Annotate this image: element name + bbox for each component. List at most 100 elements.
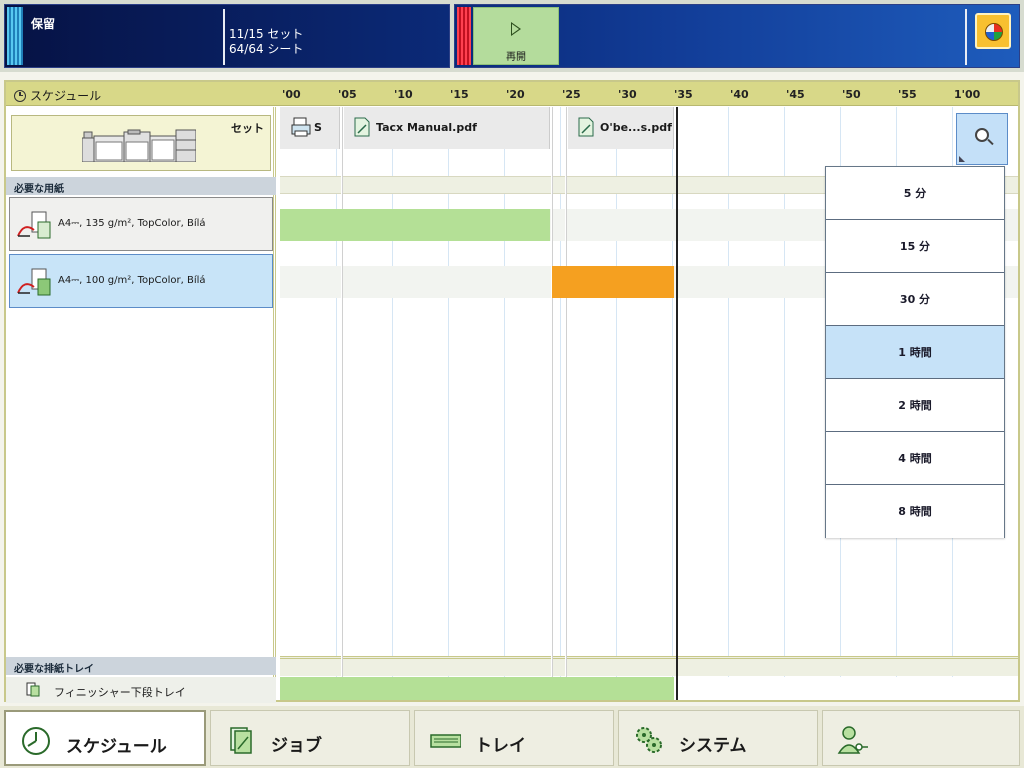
sheets-count: 64/64 シート bbox=[229, 42, 304, 56]
clock-icon bbox=[22, 727, 50, 755]
schedule-header: スケジュール '00 '05 '10 '15 '20 '25 '30 '35 '40 '45 '50… bbox=[6, 82, 1018, 106]
zoom-option-15min[interactable]: 15 分 bbox=[826, 220, 1004, 273]
tray-label: フィニッシャー下段トレイ bbox=[54, 686, 186, 699]
set-label: セット bbox=[231, 122, 264, 135]
paper-stack-icon bbox=[17, 268, 51, 296]
zoom-button[interactable] bbox=[956, 113, 1008, 165]
dropdown-corner-icon bbox=[959, 156, 965, 162]
sets-count: 11/15 セット bbox=[229, 27, 304, 41]
grid-line bbox=[784, 107, 785, 700]
tray-icon bbox=[430, 734, 461, 748]
printer-status-panel: 保留 11/15 セット 64/64 シート bbox=[4, 4, 450, 68]
media-row-100gsm[interactable]: A4⎓, 100 g/m², TopColor, Bílá bbox=[9, 254, 273, 308]
media-usage-bar-warning bbox=[552, 266, 674, 298]
control-status-panel: 再開 bbox=[454, 4, 1020, 68]
magnifier-icon bbox=[975, 128, 989, 142]
tab-jobs[interactable]: ジョブ bbox=[210, 710, 410, 766]
media-label: A4⎓, 100 g/m², TopColor, Bílá bbox=[58, 275, 206, 286]
tab-schedule[interactable]: スケジュール bbox=[4, 710, 206, 766]
tab-system[interactable]: システム bbox=[618, 710, 818, 766]
schedule-title-label: スケジュール bbox=[30, 89, 102, 103]
output-tray-icon bbox=[26, 682, 40, 697]
time-tick-label: '45 bbox=[786, 88, 805, 101]
time-tick-label: '40 bbox=[730, 88, 749, 101]
time-tick-label: '35 bbox=[674, 88, 693, 101]
alert-stripe bbox=[457, 7, 471, 65]
tab-trays[interactable]: トレイ bbox=[414, 710, 614, 766]
tab-label: スケジュール bbox=[66, 737, 167, 757]
required-media-header: 必要な用紙 bbox=[6, 177, 276, 195]
progress-info: 11/15 セット 64/64 シート bbox=[229, 27, 303, 57]
time-axis: '00 '05 '10 '15 '20 '25 '30 '35 '40 '45 '50 '55 1'00 bbox=[280, 82, 1018, 106]
status-stripe bbox=[7, 7, 23, 65]
time-tick-label: '00 bbox=[282, 88, 301, 101]
job-label: O'be...s.pdf bbox=[600, 121, 672, 134]
printer-job-icon bbox=[291, 117, 311, 137]
tab-label: システム bbox=[679, 736, 747, 756]
media-row-135gsm[interactable]: A4⎓, 135 g/m², TopColor, Bílá bbox=[9, 197, 273, 251]
zoom-option-5min[interactable]: 5 分 bbox=[826, 167, 1004, 220]
tray-row-finisher-lower[interactable]: フィニッシャー下段トレイ bbox=[6, 677, 276, 703]
divider bbox=[965, 9, 967, 65]
printer-set-box[interactable]: セット bbox=[11, 115, 271, 171]
document-icon bbox=[230, 727, 252, 754]
pdf-document-icon bbox=[578, 117, 594, 137]
pdf-document-icon bbox=[354, 117, 370, 137]
play-icon bbox=[511, 22, 521, 36]
time-tick-label: '20 bbox=[506, 88, 525, 101]
resume-label: 再開 bbox=[506, 52, 526, 63]
job-header-tacx-manual[interactable]: Tacx Manual.pdf bbox=[344, 107, 550, 149]
time-tick-label: '55 bbox=[898, 88, 917, 101]
job-separator bbox=[551, 107, 553, 700]
grid-line bbox=[448, 107, 449, 700]
media-label: A4⎓, 135 g/m², TopColor, Bílá bbox=[58, 218, 206, 229]
resume-button[interactable]: 再開 bbox=[473, 7, 559, 65]
grid-line bbox=[728, 107, 729, 700]
pie-chart-icon bbox=[985, 23, 1003, 41]
job-label: S bbox=[314, 121, 322, 134]
top-status-bar: 保留 11/15 セット 64/64 シート 再開 bbox=[0, 0, 1024, 72]
grid-line bbox=[616, 107, 617, 700]
grid-line bbox=[560, 107, 561, 700]
required-tray-header: 必要な排紙トレイ bbox=[6, 657, 276, 675]
job-header-s[interactable]: S bbox=[280, 107, 340, 149]
status-chart-button[interactable] bbox=[975, 13, 1011, 49]
current-time-line bbox=[676, 107, 678, 700]
job-separator bbox=[565, 107, 567, 700]
job-header-obe-s-pdf[interactable]: O'be...s.pdf bbox=[568, 107, 674, 149]
zoom-option-8hour[interactable]: 8 時間 bbox=[826, 485, 1004, 538]
user-key-icon bbox=[837, 726, 868, 754]
grid-line bbox=[672, 107, 673, 700]
job-label: Tacx Manual.pdf bbox=[376, 121, 477, 134]
tray-section-band bbox=[280, 656, 1018, 676]
tab-user-access[interactable] bbox=[822, 710, 1020, 766]
time-tick-label: '15 bbox=[450, 88, 469, 101]
gears-icon bbox=[636, 727, 662, 753]
divider bbox=[223, 9, 225, 65]
time-tick-label: '05 bbox=[338, 88, 357, 101]
bottom-navigation: スケジュール ジョブ トレイ システム bbox=[0, 706, 1024, 768]
time-tick-label: '10 bbox=[394, 88, 413, 101]
zoom-option-2hour[interactable]: 2 時間 bbox=[826, 379, 1004, 432]
tab-label: トレイ bbox=[475, 736, 526, 756]
time-tick-label: '50 bbox=[842, 88, 861, 101]
resource-column: セット 必要な用紙 A4⎓, 135 g/m², TopColor, Bílá … bbox=[6, 107, 276, 703]
tray-usage-bar bbox=[280, 677, 674, 700]
time-tick-label: '30 bbox=[618, 88, 637, 101]
zoom-dropdown-menu: 5 分 15 分 30 分 1 時間 2 時間 4 時間 8 時間 bbox=[825, 166, 1005, 538]
zoom-option-4hour[interactable]: 4 時間 bbox=[826, 432, 1004, 485]
grid-line bbox=[336, 107, 337, 700]
time-tick-label: 1'00 bbox=[954, 88, 981, 101]
zoom-option-30min[interactable]: 30 分 bbox=[826, 273, 1004, 326]
status-title: 保留 bbox=[31, 17, 56, 31]
job-separator bbox=[341, 107, 343, 700]
media-usage-bar bbox=[280, 209, 550, 241]
tab-label: ジョブ bbox=[271, 736, 322, 756]
time-tick-label: '25 bbox=[562, 88, 581, 101]
zoom-option-1hour[interactable]: 1 時間 bbox=[826, 326, 1004, 379]
clock-icon bbox=[14, 89, 26, 102]
schedule-title: スケジュール bbox=[14, 87, 101, 104]
grid-line bbox=[392, 107, 393, 700]
paper-stack-icon bbox=[17, 211, 51, 239]
grid-line bbox=[504, 107, 505, 700]
